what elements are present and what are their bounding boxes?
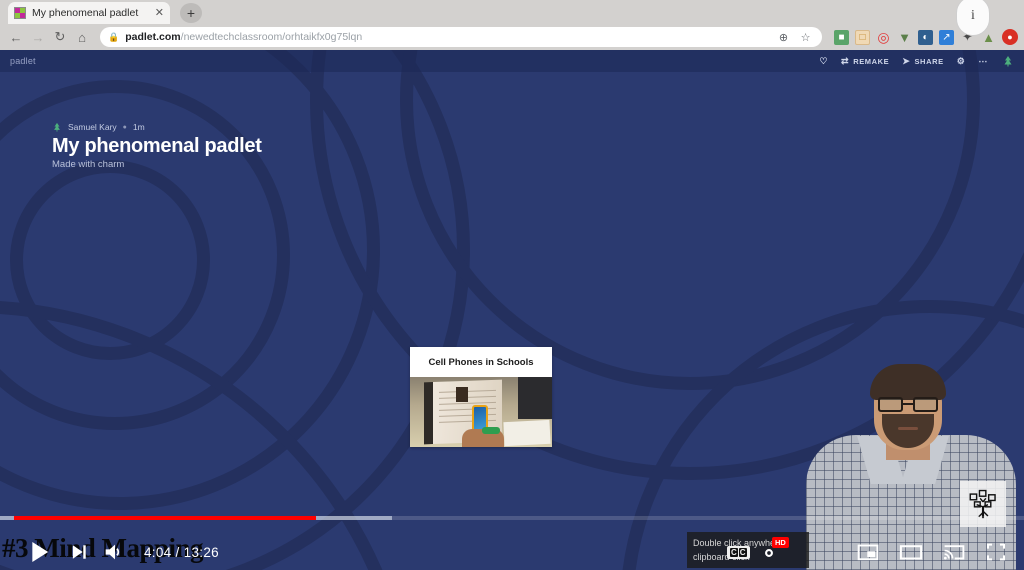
- share-label: SHARE: [914, 56, 944, 66]
- page-subtitle: Made with charm: [52, 159, 125, 170]
- back-icon[interactable]: ←: [6, 27, 26, 47]
- padlet-logo[interactable]: padlet: [10, 56, 36, 66]
- progress-played: [14, 516, 316, 520]
- share-button[interactable]: ➤ SHARE: [902, 55, 944, 66]
- document-extension-icon[interactable]: □: [855, 29, 870, 45]
- timestamp: 1m: [132, 122, 145, 132]
- hd-quality-badge: HD: [772, 537, 789, 548]
- more-button[interactable]: ⋯: [978, 55, 988, 66]
- url-path: /newedtechclassroom/orhtaikfx0g75lqn: [180, 31, 363, 43]
- heart-icon: ♡: [819, 55, 829, 66]
- settings-button[interactable]: ⚙: [956, 55, 966, 66]
- padlet-favicon-icon: [14, 7, 26, 19]
- volume-button[interactable]: [96, 540, 130, 564]
- padlet-top-bar: padlet ♡ ⇄ REMAKE ➤ SHARE ⚙ ⋯: [0, 50, 1024, 72]
- blue-wave-extension-icon[interactable]: ◐: [918, 29, 933, 45]
- reload-icon[interactable]: ↻: [50, 27, 70, 47]
- browser-chrome: My phenomenal padlet ✕ + ← → ↻ ⌂ 🔒 padle…: [0, 0, 1024, 50]
- padlet-post-card[interactable]: Cell Phones in Schools: [410, 347, 552, 447]
- favorite-button[interactable]: ♡: [819, 55, 829, 66]
- padlet-title-block: Samuel Kary ● 1m My phenomenal padlet Ma…: [52, 122, 262, 170]
- theater-mode-button[interactable]: [898, 539, 924, 565]
- screencast-extension-icon[interactable]: ↗: [939, 29, 954, 45]
- padlet-actions: ♡ ⇄ REMAKE ➤ SHARE ⚙ ⋯: [819, 55, 1014, 68]
- ellipsis-icon: ⋯: [978, 55, 988, 66]
- video-player-controls: 4:04 / 13:26 Double click anywhere clipb…: [0, 514, 1024, 570]
- padlet-page: padlet ♡ ⇄ REMAKE ➤ SHARE ⚙ ⋯ Samuel Kar…: [0, 50, 1024, 570]
- play-button[interactable]: [16, 537, 62, 567]
- author-name: Samuel Kary: [68, 122, 117, 132]
- share-icon: ➤: [902, 55, 911, 66]
- player-settings-button[interactable]: HD: [758, 537, 789, 564]
- captions-left-glyph: C: [730, 548, 738, 557]
- save-to-green-extension-icon[interactable]: ■: [834, 29, 849, 45]
- address-bar[interactable]: 🔒 padlet.com/newedtechclassroom/orhtaikf…: [100, 27, 822, 47]
- info-tooltip-bubble[interactable]: i: [956, 0, 990, 36]
- record-extension-icon[interactable]: ●: [1002, 29, 1018, 45]
- lock-icon: 🔒: [108, 31, 120, 42]
- forward-icon[interactable]: →: [28, 27, 48, 47]
- time-separator: /: [175, 544, 180, 560]
- current-time: 4:04: [144, 544, 172, 560]
- extensions-area: ■ □ ◎ ▼ ◐ ↗ ✦ ▲ ●: [830, 29, 1018, 45]
- user-avatar[interactable]: [1001, 55, 1014, 68]
- right-controls: [855, 539, 1024, 565]
- time-display: 4:04 / 13:26: [144, 545, 219, 560]
- browser-tab[interactable]: My phenomenal padlet ✕: [8, 2, 170, 24]
- url-domain: padlet.com: [125, 31, 181, 43]
- padlet-meta: Samuel Kary ● 1m: [52, 122, 262, 132]
- captions-button[interactable]: CC: [727, 546, 750, 559]
- remake-icon: ⇄: [841, 55, 850, 66]
- presenter-mouth: [898, 427, 918, 430]
- fullscreen-button[interactable]: [984, 540, 1008, 564]
- card-heading-text: Cell Phones in Schools: [428, 356, 534, 368]
- photo-dark-region: [518, 377, 552, 419]
- new-tab-button[interactable]: +: [180, 3, 202, 23]
- controls-row: 4:04 / 13:26: [0, 534, 1024, 570]
- card-heading: Cell Phones in Schools: [410, 347, 552, 377]
- progress-bar[interactable]: [0, 516, 1024, 520]
- duration: 13:26: [183, 544, 219, 560]
- miniplayer-button[interactable]: [855, 539, 881, 565]
- grammar-extension-icon[interactable]: ▼: [897, 30, 912, 45]
- share-icon[interactable]: ⊕: [777, 31, 790, 44]
- captions-right-glyph: C: [738, 548, 747, 557]
- cast-button[interactable]: [941, 539, 967, 565]
- page-title: My phenomenal padlet: [52, 135, 262, 157]
- home-icon[interactable]: ⌂: [72, 27, 92, 47]
- tab-title: My phenomenal padlet: [32, 7, 139, 19]
- target-extension-icon[interactable]: ◎: [876, 29, 891, 45]
- presenter-glasses: [878, 397, 938, 412]
- gear-icon: ⚙: [956, 55, 966, 66]
- tab-strip: My phenomenal padlet ✕ +: [0, 0, 1024, 24]
- photo-paper: [503, 419, 551, 447]
- presenter-hair: [870, 364, 946, 400]
- url-text: padlet.com/newedtechclassroom/orhtaikfx0…: [125, 31, 362, 43]
- card-photo: [410, 377, 552, 447]
- author-avatar-icon: [52, 122, 62, 132]
- photo-portrait: [456, 387, 468, 402]
- meta-separator: ●: [122, 123, 127, 131]
- remake-label: REMAKE: [853, 56, 890, 66]
- remake-button[interactable]: ⇄ REMAKE: [841, 55, 890, 66]
- photo-wristband: [482, 427, 500, 434]
- bookmark-star-icon[interactable]: ☆: [799, 31, 812, 44]
- next-button[interactable]: [62, 541, 96, 563]
- browser-toolbar: ← → ↻ ⌂ 🔒 padlet.com/newedtechclassroom/…: [0, 0, 1024, 50]
- close-icon[interactable]: ✕: [155, 7, 164, 19]
